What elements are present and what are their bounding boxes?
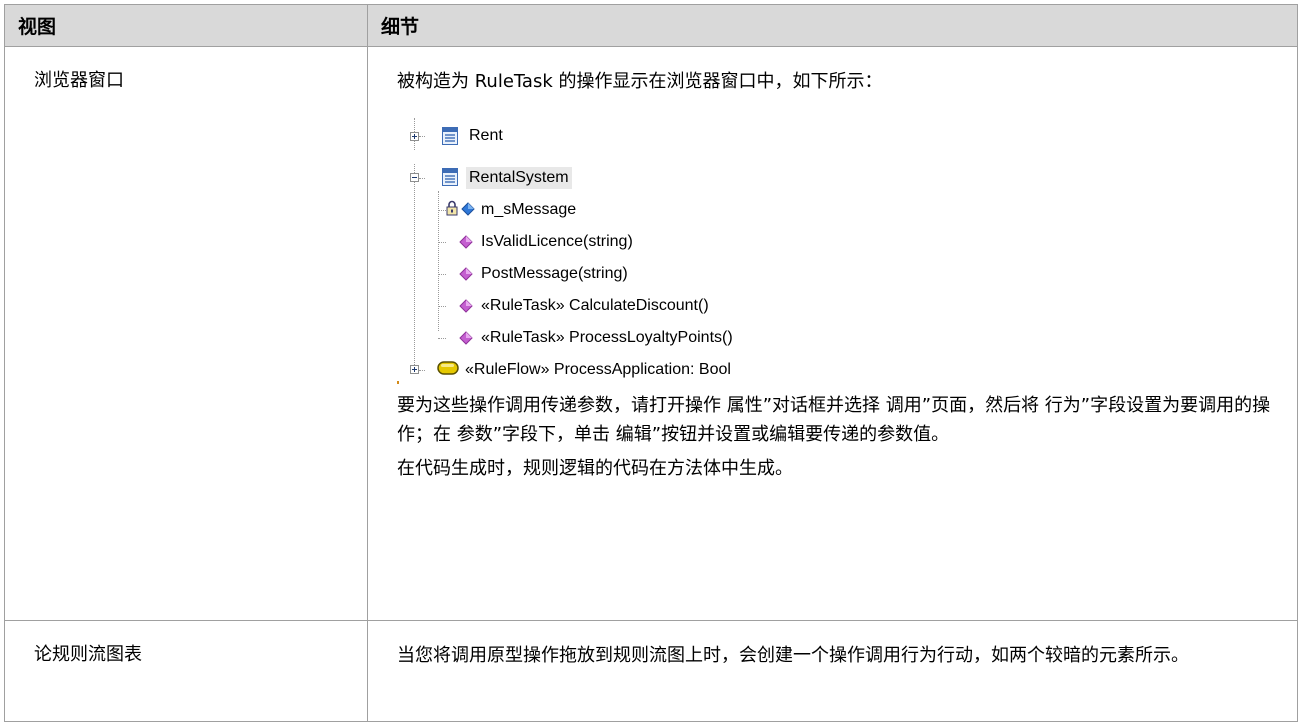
tree-item-label: Rent xyxy=(469,127,503,144)
tree-connector xyxy=(419,178,425,179)
collapse-toggle[interactable] xyxy=(410,173,419,182)
operation-icon xyxy=(459,299,473,313)
tree-connector xyxy=(419,136,425,137)
tree-item-label: PostMessage(string) xyxy=(481,265,628,282)
tree-connector xyxy=(438,306,446,307)
tree-item[interactable]: «RuleTask» ProcessLoyaltyPoints() xyxy=(481,326,733,350)
table-header-row: 视图 细节 xyxy=(4,4,1298,47)
table-row: 浏览器窗口 被构造为 RuleTask 的操作显示在浏览器窗口中，如下所示： R… xyxy=(4,46,1298,621)
small-mark xyxy=(397,381,399,384)
browser-tree: Rent RentalSystem m_sMessage IsValidLice… xyxy=(397,96,997,386)
tree-item[interactable]: Rent xyxy=(469,124,503,148)
tree-connector xyxy=(438,338,446,339)
expand-toggle[interactable] xyxy=(410,365,419,374)
tree-connector xyxy=(438,191,439,331)
details-table: 视图 细节 浏览器窗口 被构造为 RuleTask 的操作显示在浏览器窗口中，如… xyxy=(4,4,1298,722)
header-view: 视图 xyxy=(4,4,368,47)
lock-icon xyxy=(446,200,458,216)
tree-item-label: m_sMessage xyxy=(481,201,577,218)
tree-connector xyxy=(419,370,425,371)
attribute-icon xyxy=(461,202,475,216)
detail-cell: 当您将调用原型操作拖放到规则流图上时，会创建一个操作调用行为行动，如两个较暗的元… xyxy=(367,620,1298,722)
tree-connector xyxy=(438,274,446,275)
tree-item[interactable]: IsValidLicence(string) xyxy=(481,230,633,254)
tree-item-label: RentalSystem xyxy=(466,167,572,189)
tree-connector xyxy=(414,164,415,369)
class-icon xyxy=(442,168,458,186)
code-generation-note: 在代码生成时，规则逻辑的代码在方法体中生成。 xyxy=(397,458,793,479)
tree-item-label: «RuleFlow» ProcessApplication: Bool xyxy=(465,361,731,378)
tree-item-label: IsValidLicence(string) xyxy=(481,233,633,250)
parameters-instruction: 要为这些操作调用传递参数，请打开操作 属性”对话框并选择 调用”页面，然后将 行… xyxy=(397,395,1271,445)
tree-item-label: «RuleTask» ProcessLoyaltyPoints() xyxy=(481,329,733,346)
activity-icon xyxy=(437,361,459,375)
header-detail: 细节 xyxy=(367,4,1298,47)
class-icon xyxy=(442,127,458,145)
tree-item[interactable]: m_sMessage xyxy=(481,198,576,222)
expand-toggle[interactable] xyxy=(410,132,419,141)
tree-connector xyxy=(438,242,446,243)
detail-cell: 被构造为 RuleTask 的操作显示在浏览器窗口中，如下所示： Rent Re… xyxy=(367,46,1298,621)
tree-connector xyxy=(438,210,446,211)
tree-item[interactable]: PostMessage(string) xyxy=(481,262,628,286)
intro-text: 被构造为 RuleTask 的操作显示在浏览器窗口中，如下所示： xyxy=(397,71,883,92)
tree-item[interactable]: «RuleTask» CalculateDiscount() xyxy=(481,294,709,318)
operation-icon xyxy=(459,267,473,281)
operation-icon xyxy=(459,331,473,345)
tree-item[interactable]: RentalSystem xyxy=(466,166,572,190)
table-row: 论规则流图表 当您将调用原型操作拖放到规则流图上时，会创建一个操作调用行为行动，… xyxy=(4,620,1298,722)
operation-icon xyxy=(459,235,473,249)
view-cell: 浏览器窗口 xyxy=(4,46,368,621)
view-cell: 论规则流图表 xyxy=(4,620,368,722)
tree-item[interactable]: «RuleFlow» ProcessApplication: Bool xyxy=(465,358,731,382)
tree-item-label: «RuleTask» CalculateDiscount() xyxy=(481,297,709,314)
